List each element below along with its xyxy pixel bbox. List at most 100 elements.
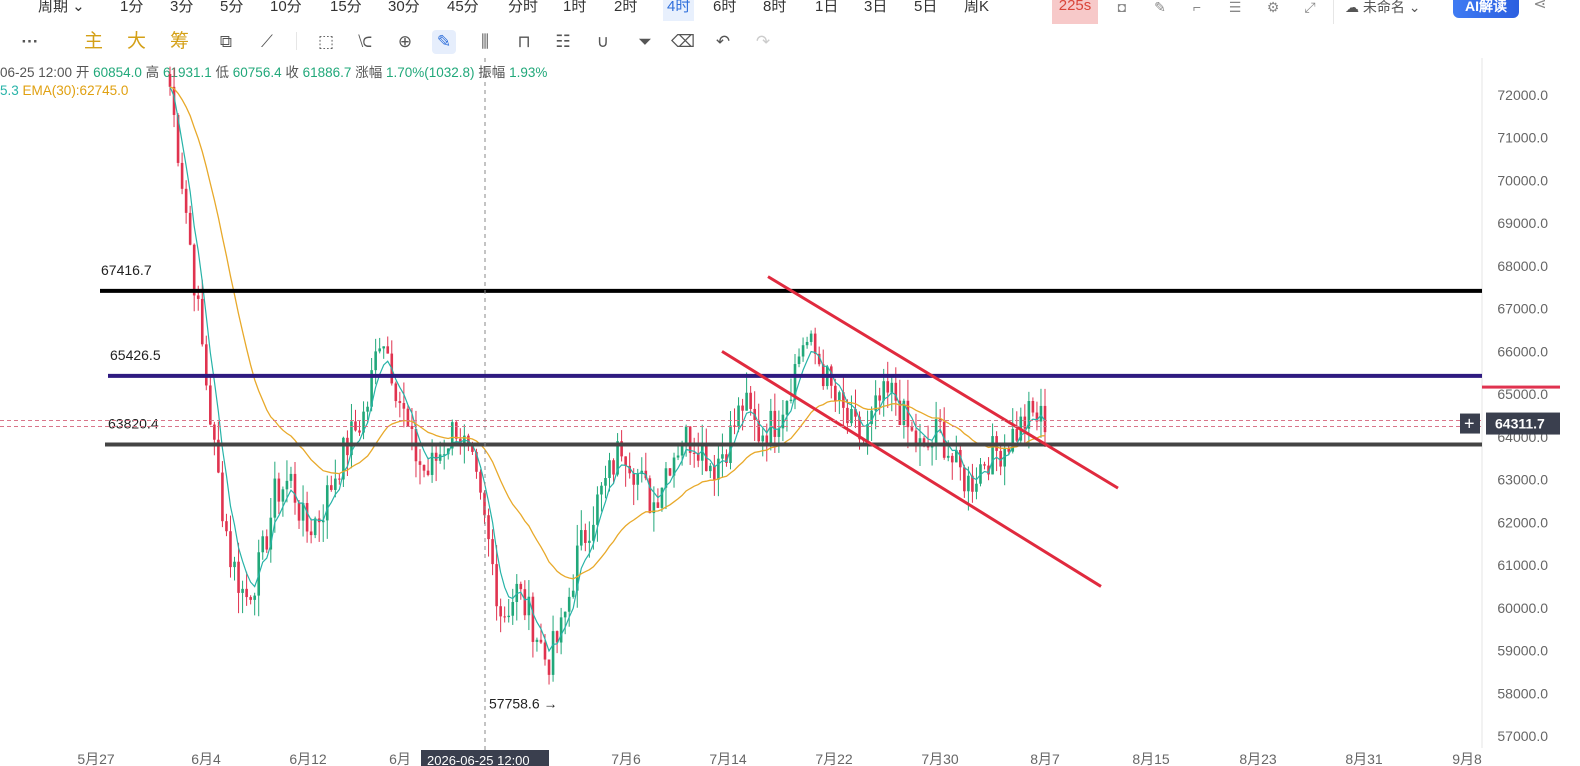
date-tick-label: 7月30 xyxy=(921,751,959,766)
timeframe-1分[interactable]: 1分 xyxy=(120,0,143,21)
timeframe-1时[interactable]: 1时 xyxy=(563,0,586,21)
lock-icon[interactable]: ⊓ xyxy=(512,30,536,54)
share-icon[interactable]: ⋖ xyxy=(1530,0,1550,16)
candle-body xyxy=(430,452,434,475)
date-tick-label: 8月15 xyxy=(1132,751,1170,766)
candle-body xyxy=(612,460,615,475)
filter-icon[interactable]: ⏷ xyxy=(633,30,657,54)
candle-body xyxy=(277,478,281,502)
date-tick-label: 8月31 xyxy=(1345,751,1383,766)
price-tick-label: 70000.0 xyxy=(1497,172,1548,188)
timeframe-10分[interactable]: 10分 xyxy=(270,0,302,21)
candle-body xyxy=(374,351,377,371)
replay-badge[interactable]: 225s xyxy=(1052,0,1098,24)
main-indicator-button[interactable]: 主 xyxy=(84,30,103,54)
timeframe-5分[interactable]: 5分 xyxy=(220,0,243,21)
date-tick-label: 7月14 xyxy=(709,751,747,766)
more-icon[interactable]: ··· xyxy=(18,30,42,54)
price-tick-label: 68000.0 xyxy=(1497,258,1548,274)
candle-body xyxy=(233,561,236,568)
camera-icon[interactable]: ◘ xyxy=(1112,0,1132,18)
price-tick-label: 69000.0 xyxy=(1497,215,1548,231)
candle-body xyxy=(491,539,494,565)
candle-type-icon[interactable]: ⫼ xyxy=(473,30,497,54)
candle-body xyxy=(668,468,672,476)
date-tick-label: 9月8 xyxy=(1452,751,1482,766)
redo-icon[interactable]: ↷ xyxy=(751,30,775,54)
candle-body xyxy=(543,642,547,660)
candle-body xyxy=(547,659,551,675)
candle-body xyxy=(789,399,793,402)
fullscreen-icon[interactable]: ⤢ xyxy=(1300,0,1320,18)
date-tick-label: 6月12 xyxy=(289,751,327,766)
candle-body xyxy=(745,392,748,411)
list-icon[interactable]: ☰ xyxy=(1225,0,1245,18)
edit-list-icon[interactable]: ☷ xyxy=(551,30,575,54)
timeframe-4时[interactable]: 4时 xyxy=(663,0,695,21)
timeframe-3分[interactable]: 3分 xyxy=(170,0,193,21)
price-tick-label: 59000.0 xyxy=(1497,643,1548,659)
low-marker-label: 57758.6 → xyxy=(489,696,558,712)
candle-body xyxy=(261,536,265,553)
ema-fast-line xyxy=(169,86,1046,653)
candle-body xyxy=(838,392,841,402)
price-tick-label: 66000.0 xyxy=(1497,343,1548,359)
candle-body xyxy=(797,356,801,365)
timeframe-1日[interactable]: 1日 xyxy=(815,0,838,21)
candle-body xyxy=(434,452,438,461)
price-marker xyxy=(1482,385,1560,389)
candle-body xyxy=(507,615,511,618)
level-label: 67416.7 xyxy=(101,262,152,278)
draw-pen-icon[interactable]: ✎ xyxy=(432,30,456,54)
candle-body xyxy=(579,530,583,546)
timeframe-15分[interactable]: 15分 xyxy=(330,0,362,21)
timeframe-2时[interactable]: 2时 xyxy=(614,0,637,21)
candle-body xyxy=(963,467,966,492)
gear-icon[interactable]: ⚙ xyxy=(1263,0,1283,18)
zoom-in-icon[interactable]: ⊕ xyxy=(393,30,417,54)
timeframe-45分[interactable]: 45分 xyxy=(447,0,479,21)
timeframe-分时[interactable]: 分时 xyxy=(508,0,538,21)
ai-analysis-button[interactable]: AI解读 xyxy=(1453,0,1519,18)
pencil-icon[interactable]: ✎ xyxy=(1150,0,1170,18)
trend-tool-icon[interactable]: ⟋ xyxy=(255,30,279,54)
corner-icon[interactable]: ⌐ xyxy=(1187,0,1207,18)
date-tick-label: 7月6 xyxy=(611,751,641,766)
trash-icon[interactable]: ⌫ xyxy=(671,30,695,54)
timeframe-3日[interactable]: 3日 xyxy=(864,0,887,21)
timeframe-周期[interactable]: 周期 ⌄ xyxy=(38,0,85,21)
candle-body xyxy=(309,531,313,536)
price-chart[interactable]: 57000.0 58000.0 59000.0 60000.0 61000.0 62000… xyxy=(0,58,1580,766)
plus-icon: + xyxy=(1464,414,1475,434)
magnet-icon[interactable]: ∪ xyxy=(591,30,615,54)
candle-body xyxy=(289,473,293,481)
select-icon[interactable]: ⬚ xyxy=(314,30,338,54)
chip-indicator-button[interactable]: 筹 xyxy=(170,30,189,54)
timeframe-8时[interactable]: 8时 xyxy=(763,0,786,21)
layout-name-dropdown[interactable]: ☁ 未命名 ⌄ xyxy=(1345,0,1421,17)
candle-body xyxy=(922,438,926,443)
timeframe-周K[interactable]: 周K xyxy=(964,0,989,21)
candle-body xyxy=(394,383,398,402)
price-tick-label: 67000.0 xyxy=(1497,301,1548,317)
date-tick-label: 8月23 xyxy=(1239,751,1277,766)
ruler-icon[interactable]: ⟈ xyxy=(353,30,377,54)
candle-body xyxy=(539,639,543,643)
candle-body xyxy=(624,456,627,466)
crop-icon[interactable]: ⧉ xyxy=(214,30,238,54)
timeframe-5日[interactable]: 5日 xyxy=(914,0,937,21)
candle-body xyxy=(519,583,523,590)
candle-body xyxy=(285,480,289,490)
candle-body xyxy=(358,430,361,433)
large-indicator-button[interactable]: 大 xyxy=(127,30,146,54)
timeframe-6时[interactable]: 6时 xyxy=(713,0,736,21)
candle-body xyxy=(196,295,200,299)
candle-body xyxy=(188,212,192,245)
candle-body xyxy=(398,401,402,404)
candle-body xyxy=(511,602,515,616)
candle-body xyxy=(334,478,337,490)
candle-body xyxy=(975,483,978,492)
undo-icon[interactable]: ↶ xyxy=(711,30,735,54)
timeframe-30分[interactable]: 30分 xyxy=(388,0,420,21)
candle-body xyxy=(237,561,240,593)
